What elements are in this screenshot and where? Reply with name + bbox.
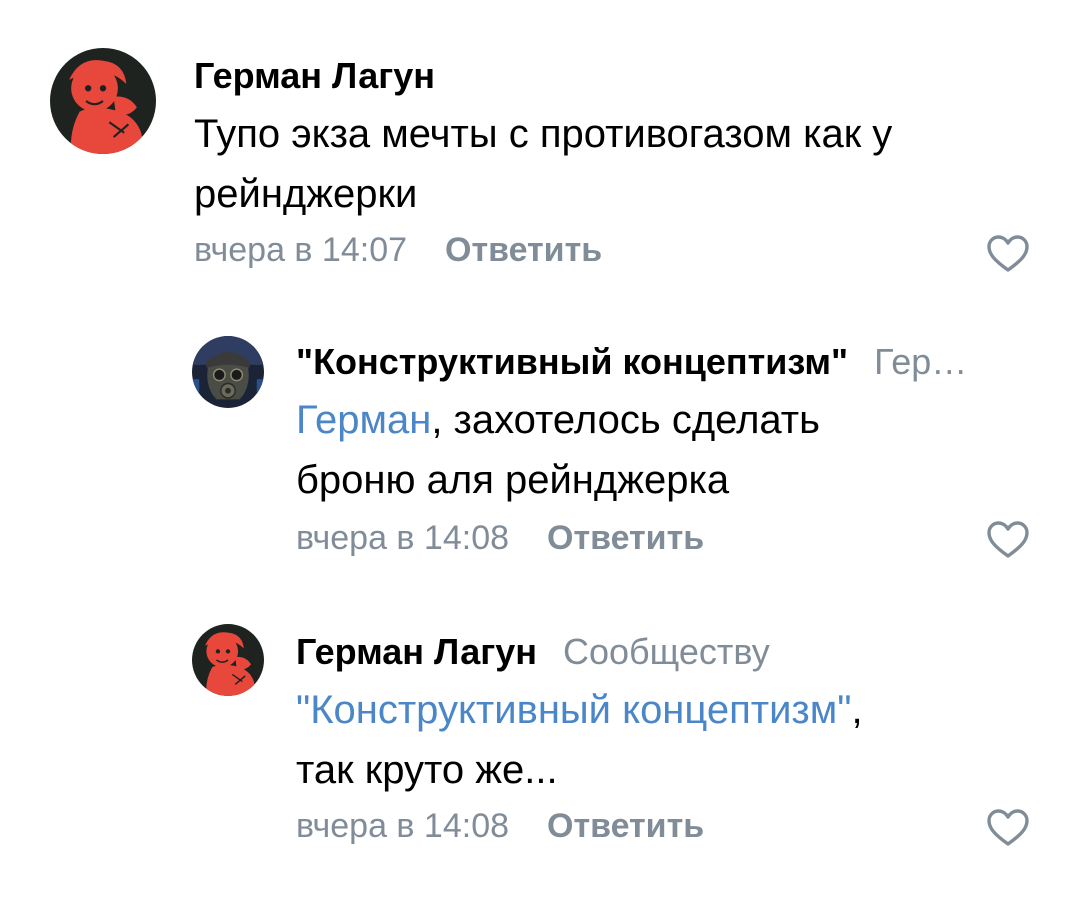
comment-meta: вчера в 14:08 Ответить	[296, 806, 704, 846]
comment-text-part: , захотелось сделать	[431, 398, 820, 442]
comment-text-part: броню аля рейнджерка	[296, 458, 730, 502]
timestamp: вчера в 14:07	[194, 231, 408, 269]
timestamp: вчера в 14:08	[296, 519, 510, 557]
comment-text: Тупо экза мечты с противогазом как у рей…	[194, 112, 893, 216]
gas-mask-avatar-icon	[192, 336, 264, 408]
avatar[interactable]	[192, 336, 264, 408]
comment-header: Герман Лагун Сообществу	[296, 630, 1036, 674]
comment-header: "Конструктивный концептизм" Гер…	[296, 340, 1036, 384]
reply-to-label[interactable]: Сообществу	[563, 631, 770, 672]
heart-icon	[987, 809, 1029, 846]
like-button[interactable]	[986, 520, 1030, 560]
reply-to-label[interactable]: Гер…	[874, 341, 967, 382]
author-name[interactable]: Герман Лагун	[296, 631, 537, 672]
like-button[interactable]	[986, 234, 1030, 274]
red-anime-avatar-icon	[192, 624, 264, 696]
mention-link[interactable]: Герман	[296, 398, 431, 442]
comment-text: "Конструктивный концептизм", так круто ж…	[296, 680, 1036, 800]
comment: "Конструктивный концептизм" Гер… Герман, …	[0, 300, 1080, 590]
like-button[interactable]	[986, 808, 1030, 848]
comment: Герман Лагун Сообществу "Конструктивный к…	[0, 590, 1080, 903]
comment: Герман Лагун Тупо экза мечты с противога…	[0, 0, 1080, 300]
heart-icon	[987, 521, 1029, 558]
comment-meta: вчера в 14:07 Ответить	[194, 230, 602, 270]
red-anime-avatar-icon	[50, 48, 156, 154]
comment-meta: вчера в 14:08 Ответить	[296, 518, 704, 558]
avatar[interactable]	[50, 48, 156, 154]
reply-button[interactable]: Ответить	[547, 519, 704, 557]
avatar[interactable]	[192, 624, 264, 696]
comment-text-part: ,	[851, 688, 863, 732]
comment-text-part: так круто же...	[296, 748, 558, 792]
reply-button[interactable]: Ответить	[445, 231, 602, 269]
author-name[interactable]: "Конструктивный концептизм"	[296, 341, 848, 382]
author-name[interactable]: Герман Лагун	[194, 55, 435, 96]
mention-link[interactable]: "Конструктивный концептизм"	[296, 688, 851, 732]
comment-text: Герман, захотелось сделать броню аля рей…	[296, 390, 1036, 510]
comment-header: Герман Лагун	[194, 54, 1034, 98]
heart-icon	[987, 235, 1029, 272]
reply-button[interactable]: Ответить	[547, 807, 704, 845]
timestamp: вчера в 14:08	[296, 807, 510, 845]
